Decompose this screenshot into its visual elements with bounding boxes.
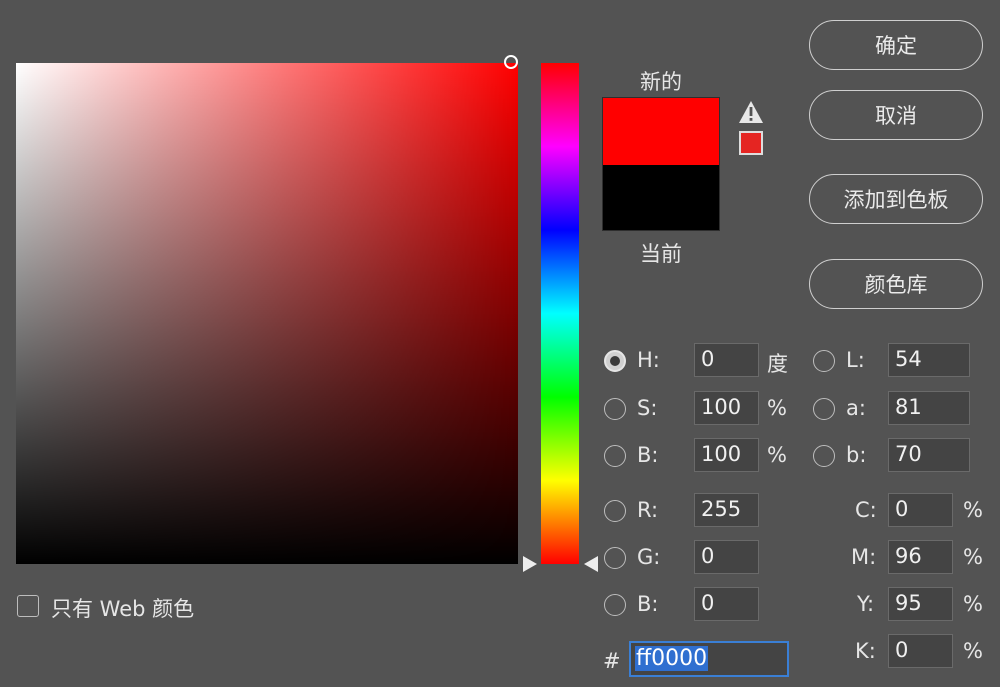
cyan-unit: % <box>963 498 983 522</box>
blue-input[interactable]: 0 <box>694 587 759 621</box>
gamut-correction-swatch[interactable] <box>739 131 763 155</box>
hex-value: ff0000 <box>635 646 709 671</box>
black-label: K: <box>855 639 876 663</box>
hue-input[interactable]: 0 <box>694 343 759 377</box>
red-input[interactable]: 255 <box>694 493 759 527</box>
current-color-label: 当前 <box>640 242 682 266</box>
blue-label: B: <box>637 592 659 616</box>
brightness-label: B: <box>637 443 659 467</box>
radio-green[interactable] <box>604 547 626 569</box>
radio-red[interactable] <box>604 500 626 522</box>
radio-lab-a[interactable] <box>813 398 835 420</box>
radio-blue[interactable] <box>604 594 626 616</box>
yellow-unit: % <box>963 592 983 616</box>
red-label: R: <box>637 498 659 522</box>
new-color-swatch[interactable] <box>603 98 719 165</box>
yellow-label: Y: <box>857 592 875 616</box>
magenta-input[interactable]: 96 <box>888 540 953 574</box>
hex-prefix: # <box>603 649 621 673</box>
saturation-label: S: <box>637 396 658 420</box>
radio-saturation[interactable] <box>604 398 626 420</box>
magenta-unit: % <box>963 545 983 569</box>
radio-hue[interactable] <box>604 350 626 372</box>
green-label: G: <box>637 545 661 569</box>
hue-slider-left-handle[interactable] <box>523 556 537 572</box>
web-only-label: 只有 Web 颜色 <box>51 597 195 621</box>
lab-b-input[interactable]: 70 <box>888 438 970 472</box>
web-only-checkbox[interactable] <box>17 595 39 617</box>
cyan-label: C: <box>855 498 877 522</box>
lab-l-input[interactable]: 54 <box>888 343 970 377</box>
color-field-picker[interactable] <box>504 55 518 69</box>
new-color-label: 新的 <box>640 70 682 94</box>
hex-input[interactable]: ff0000 <box>629 641 789 677</box>
ok-button[interactable]: 确定 <box>809 20 983 70</box>
radio-lightness[interactable] <box>813 350 835 372</box>
lab-l-label: L: <box>846 348 865 372</box>
saturation-brightness-field[interactable] <box>16 63 518 564</box>
lab-a-label: a: <box>846 396 866 420</box>
green-input[interactable]: 0 <box>694 540 759 574</box>
lab-b-label: b: <box>846 443 867 467</box>
yellow-input[interactable]: 95 <box>888 587 953 621</box>
hue-slider-right-handle[interactable] <box>584 556 598 572</box>
cancel-button[interactable]: 取消 <box>809 90 983 140</box>
color-library-button[interactable]: 颜色库 <box>809 259 983 309</box>
brightness-input[interactable]: 100 <box>694 438 759 472</box>
current-color-swatch[interactable] <box>603 165 719 230</box>
hue-label: H: <box>637 348 660 372</box>
hue-unit: 度 <box>767 352 788 376</box>
color-comparison-swatch <box>602 97 720 231</box>
cyan-input[interactable]: 0 <box>888 493 953 527</box>
warning-icon[interactable] <box>738 100 764 124</box>
hue-slider[interactable] <box>541 63 579 564</box>
black-unit: % <box>963 639 983 663</box>
add-to-swatches-button[interactable]: 添加到色板 <box>809 174 983 224</box>
radio-brightness[interactable] <box>604 445 626 467</box>
brightness-unit: % <box>767 443 787 467</box>
radio-lab-b[interactable] <box>813 445 835 467</box>
saturation-input[interactable]: 100 <box>694 391 759 425</box>
black-input[interactable]: 0 <box>888 634 953 668</box>
magenta-label: M: <box>851 545 877 569</box>
saturation-unit: % <box>767 396 787 420</box>
lab-a-input[interactable]: 81 <box>888 391 970 425</box>
